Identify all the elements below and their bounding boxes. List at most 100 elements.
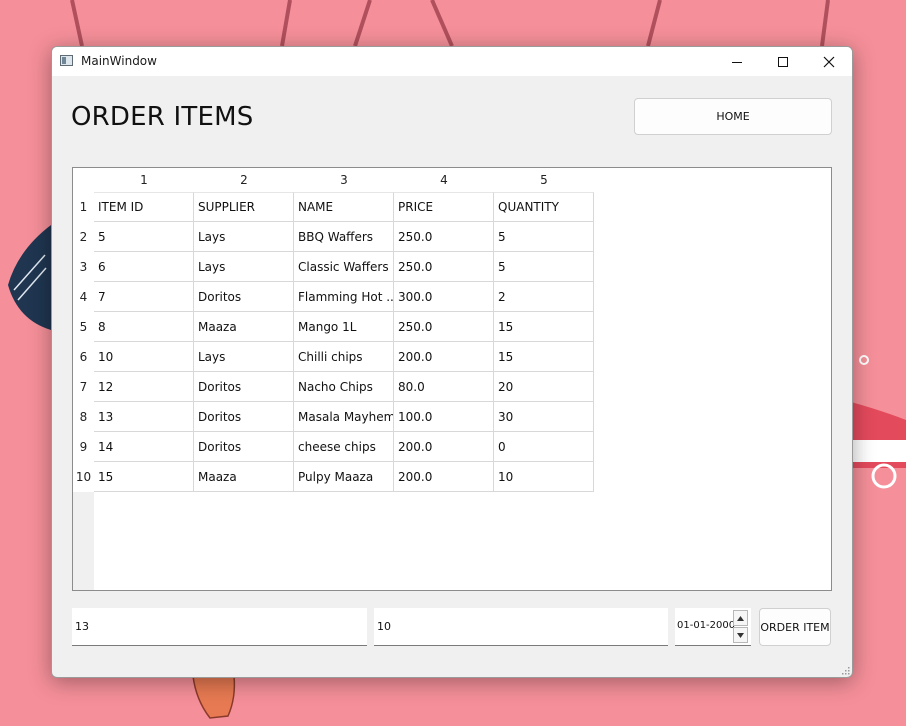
- table-cell[interactable]: 10: [94, 342, 194, 372]
- table-cell[interactable]: Maaza: [194, 462, 294, 492]
- table-cell[interactable]: Lays: [194, 342, 294, 372]
- column-header[interactable]: 5: [494, 168, 594, 192]
- table-cell[interactable]: 300.0: [394, 282, 494, 312]
- table-cell[interactable]: 12: [94, 372, 194, 402]
- minimize-icon: [732, 61, 742, 63]
- arrow-up-icon: [737, 615, 744, 621]
- table-cell[interactable]: 0: [494, 432, 594, 462]
- table-cell[interactable]: 250.0: [394, 312, 494, 342]
- row-header[interactable]: 4: [73, 282, 94, 312]
- table-cell[interactable]: 100.0: [394, 402, 494, 432]
- items-table[interactable]: 12345 1 2 3 4 5 6 7 8 9 10 ITEM ID SUPPLIER NAME PRI…: [72, 167, 832, 591]
- order-date-edit[interactable]: 01-01-2000: [675, 608, 751, 646]
- table-cell[interactable]: Doritos: [194, 282, 294, 312]
- table-cell[interactable]: 250.0: [394, 222, 494, 252]
- column-header[interactable]: 4: [394, 168, 494, 192]
- row-header[interactable]: 5: [73, 312, 94, 342]
- row-header[interactable]: 3: [73, 252, 94, 282]
- table-cell[interactable]: 15: [94, 462, 194, 492]
- table-cell[interactable]: Chilli chips: [294, 342, 394, 372]
- table-row[interactable]: 15 Maaza Pulpy Maaza 200.0 10: [94, 462, 594, 492]
- table-cell[interactable]: 250.0: [394, 252, 494, 282]
- row-header-empty-area: [73, 492, 94, 590]
- table-cell[interactable]: NAME: [294, 192, 394, 222]
- table-cell[interactable]: Lays: [194, 222, 294, 252]
- table-cell[interactable]: Classic Waffers: [294, 252, 394, 282]
- table-cell[interactable]: 200.0: [394, 432, 494, 462]
- table-cell[interactable]: 14: [94, 432, 194, 462]
- table-cell[interactable]: Flamming Hot ...: [294, 282, 394, 312]
- table-cell[interactable]: Nacho Chips: [294, 372, 394, 402]
- resize-grip-icon[interactable]: [841, 666, 850, 675]
- table-row[interactable]: 10 Lays Chilli chips 200.0 15: [94, 342, 594, 372]
- table-cell[interactable]: Lays: [194, 252, 294, 282]
- row-header[interactable]: 9: [73, 432, 94, 462]
- table-cell[interactable]: 5: [494, 222, 594, 252]
- table-row[interactable]: ITEM ID SUPPLIER NAME PRICE QUANTITY: [94, 192, 594, 222]
- table-cell[interactable]: cheese chips: [294, 432, 394, 462]
- table-cell[interactable]: 20: [494, 372, 594, 402]
- table-cell[interactable]: Maaza: [194, 312, 294, 342]
- window-title: MainWindow: [81, 54, 157, 68]
- app-window-icon: [60, 55, 73, 66]
- table-cell[interactable]: 200.0: [394, 342, 494, 372]
- order-date-value: 01-01-2000: [677, 620, 736, 631]
- table-cell[interactable]: ITEM ID: [94, 192, 194, 222]
- table-cell[interactable]: Doritos: [194, 402, 294, 432]
- column-header[interactable]: 2: [194, 168, 294, 192]
- table-row[interactable]: 8 Maaza Mango 1L 250.0 15: [94, 312, 594, 342]
- table-cell[interactable]: 15: [494, 312, 594, 342]
- date-spin-down-button[interactable]: [733, 627, 748, 643]
- maximize-button[interactable]: [760, 47, 806, 76]
- close-button[interactable]: [806, 47, 852, 76]
- table-cell[interactable]: Pulpy Maaza: [294, 462, 394, 492]
- table-cell[interactable]: Masala Mayhem: [294, 402, 394, 432]
- table-cell[interactable]: Mango 1L: [294, 312, 394, 342]
- row-header[interactable]: 1: [73, 192, 94, 222]
- table-cell[interactable]: 5: [494, 252, 594, 282]
- maximize-icon: [778, 56, 788, 67]
- table-cell[interactable]: PRICE: [394, 192, 494, 222]
- column-header[interactable]: 3: [294, 168, 394, 192]
- table-cell[interactable]: 30: [494, 402, 594, 432]
- column-header[interactable]: 1: [94, 168, 194, 192]
- main-window: MainWindow ORDER ITEMS HOME 12345 123456…: [51, 46, 853, 678]
- table-cell[interactable]: 13: [94, 402, 194, 432]
- table-cell[interactable]: Doritos: [194, 432, 294, 462]
- table-cell[interactable]: 8: [94, 312, 194, 342]
- table-row[interactable]: 14 Doritos cheese chips 200.0 0: [94, 432, 594, 462]
- table-row[interactable]: 5 Lays BBQ Waffers 250.0 5: [94, 222, 594, 252]
- table-cell[interactable]: 7: [94, 282, 194, 312]
- row-header[interactable]: 7: [73, 372, 94, 402]
- table-cell[interactable]: 2: [494, 282, 594, 312]
- arrow-down-icon: [737, 632, 744, 638]
- table-cell[interactable]: BBQ Waffers: [294, 222, 394, 252]
- close-icon: [823, 56, 835, 67]
- table-cell[interactable]: Doritos: [194, 372, 294, 402]
- table-row[interactable]: 13 Doritos Masala Mayhem 100.0 30: [94, 402, 594, 432]
- table-row[interactable]: 12 Doritos Nacho Chips 80.0 20: [94, 372, 594, 402]
- date-spin-up-button[interactable]: [733, 610, 748, 626]
- item-id-input[interactable]: 13: [72, 608, 367, 646]
- table-cell[interactable]: 200.0: [394, 462, 494, 492]
- table-cell[interactable]: 6: [94, 252, 194, 282]
- table-cell[interactable]: QUANTITY: [494, 192, 594, 222]
- title-bar[interactable]: MainWindow: [52, 47, 852, 76]
- table-cell[interactable]: 10: [494, 462, 594, 492]
- table-cell[interactable]: 80.0: [394, 372, 494, 402]
- quantity-input[interactable]: 10: [374, 608, 668, 646]
- home-button[interactable]: HOME: [634, 98, 832, 135]
- minimize-button[interactable]: [714, 47, 760, 76]
- order-item-button[interactable]: ORDER ITEM: [759, 608, 831, 646]
- row-header[interactable]: 8: [73, 402, 94, 432]
- table-cell[interactable]: 5: [94, 222, 194, 252]
- table-cell[interactable]: SUPPLIER: [194, 192, 294, 222]
- table-cell[interactable]: 15: [494, 342, 594, 372]
- table-corner: [73, 168, 94, 192]
- table-row[interactable]: 7 Doritos Flamming Hot ... 300.0 2: [94, 282, 594, 312]
- row-header[interactable]: 10: [73, 462, 94, 492]
- page-title: ORDER ITEMS: [71, 102, 254, 132]
- table-row[interactable]: 6 Lays Classic Waffers 250.0 5: [94, 252, 594, 282]
- row-header[interactable]: 6: [73, 342, 94, 372]
- row-header[interactable]: 2: [73, 222, 94, 252]
